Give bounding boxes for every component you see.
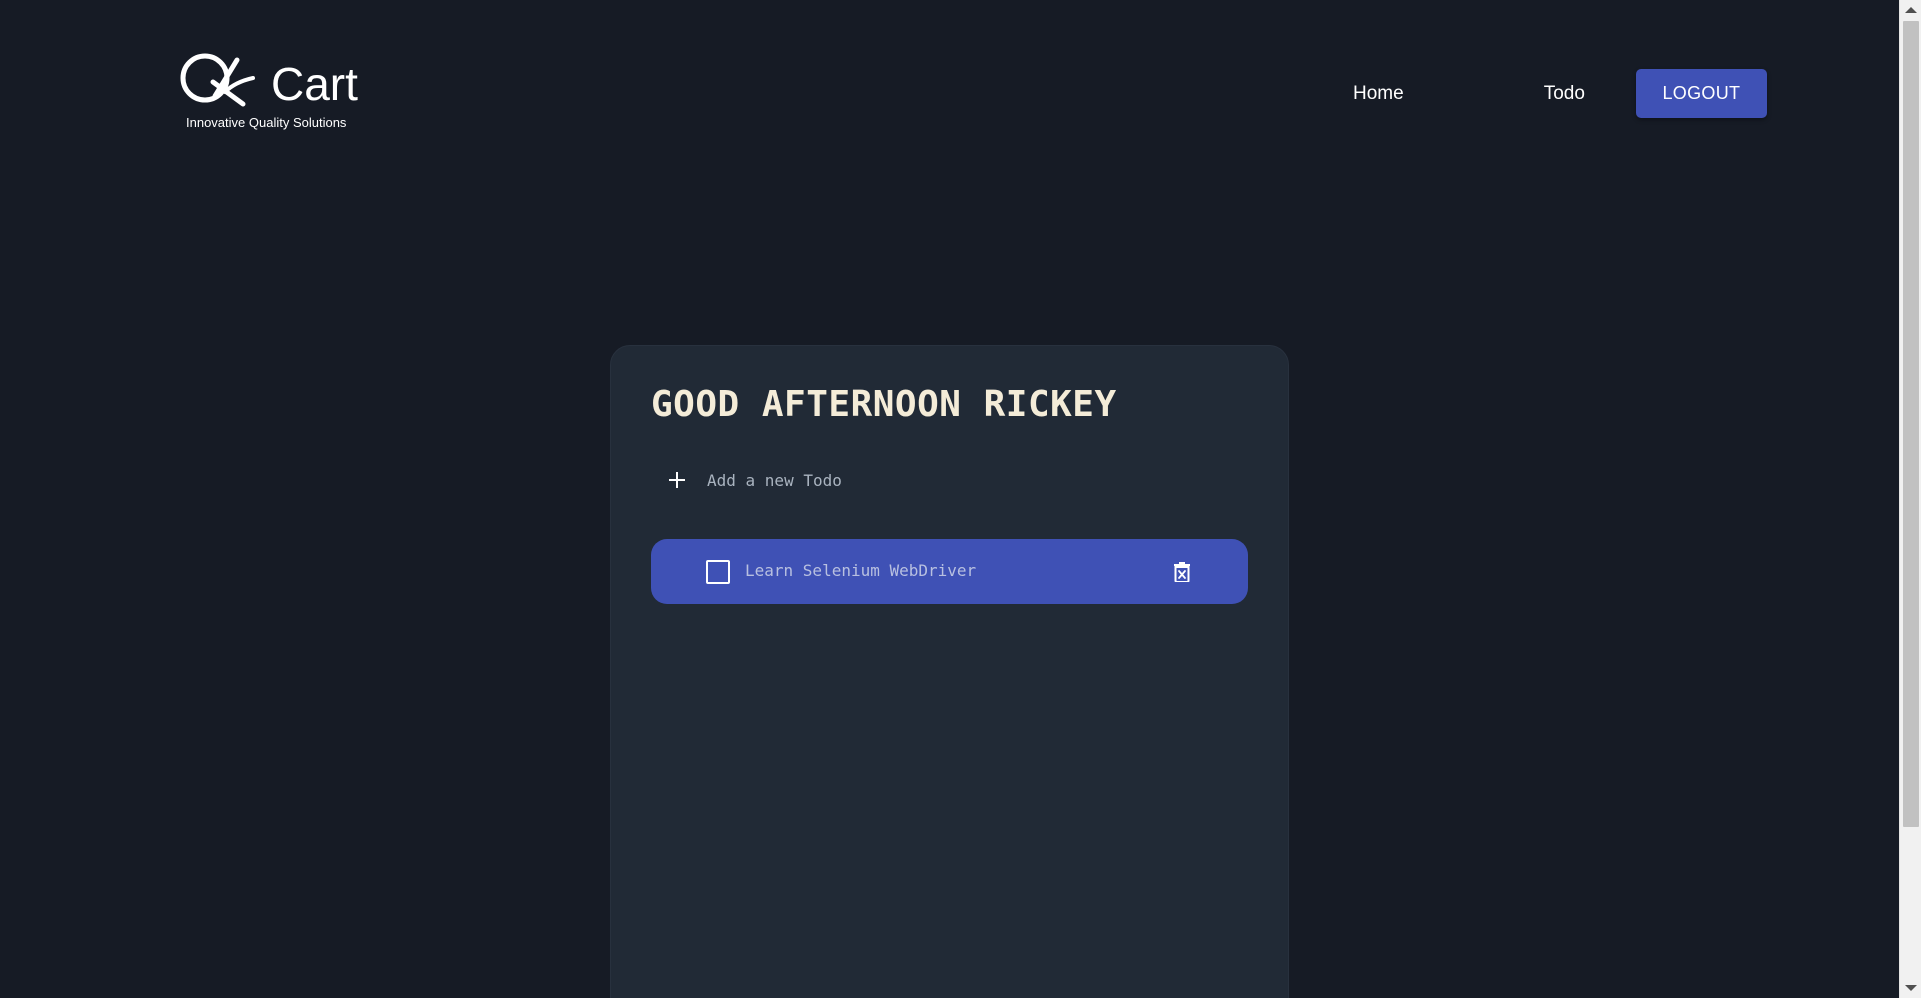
nav-todo-link[interactable]: Todo: [1528, 83, 1601, 105]
todo-checkbox[interactable]: [706, 560, 730, 584]
qkart-logo-mark: Cart: [180, 53, 358, 110]
plus-icon[interactable]: [667, 470, 687, 490]
page-scrollbar[interactable]: [1899, 0, 1921, 998]
scroll-down-arrow-icon[interactable]: [1905, 985, 1917, 991]
scroll-up-arrow-icon[interactable]: [1905, 7, 1917, 13]
app-page: Cart Innovative Quality Solutions Home T…: [0, 0, 1921, 998]
qkart-logo[interactable]: Cart Innovative Quality Solutions: [175, 52, 375, 134]
svg-text:Cart: Cart: [271, 58, 358, 110]
todo-card: GOOD AFTERNOON RICKEY Learn Selenium Web…: [610, 345, 1289, 998]
logout-button[interactable]: LOGOUT: [1635, 69, 1767, 118]
todo-item-text: Learn Selenium WebDriver: [745, 561, 977, 580]
delete-todo-button[interactable]: [1170, 559, 1194, 585]
trash-icon: [1174, 562, 1190, 582]
top-nav: Home Todo LOGOUT: [1337, 69, 1767, 118]
scrollbar-thumb[interactable]: [1903, 21, 1919, 827]
nav-home-link[interactable]: Home: [1337, 83, 1420, 105]
add-todo-input[interactable]: [707, 470, 1067, 490]
todo-item: Learn Selenium WebDriver: [651, 539, 1248, 604]
greeting-title: GOOD AFTERNOON RICKEY: [651, 384, 1117, 425]
add-todo-row[interactable]: [667, 464, 1067, 496]
logo-tagline: Innovative Quality Solutions: [186, 115, 347, 130]
